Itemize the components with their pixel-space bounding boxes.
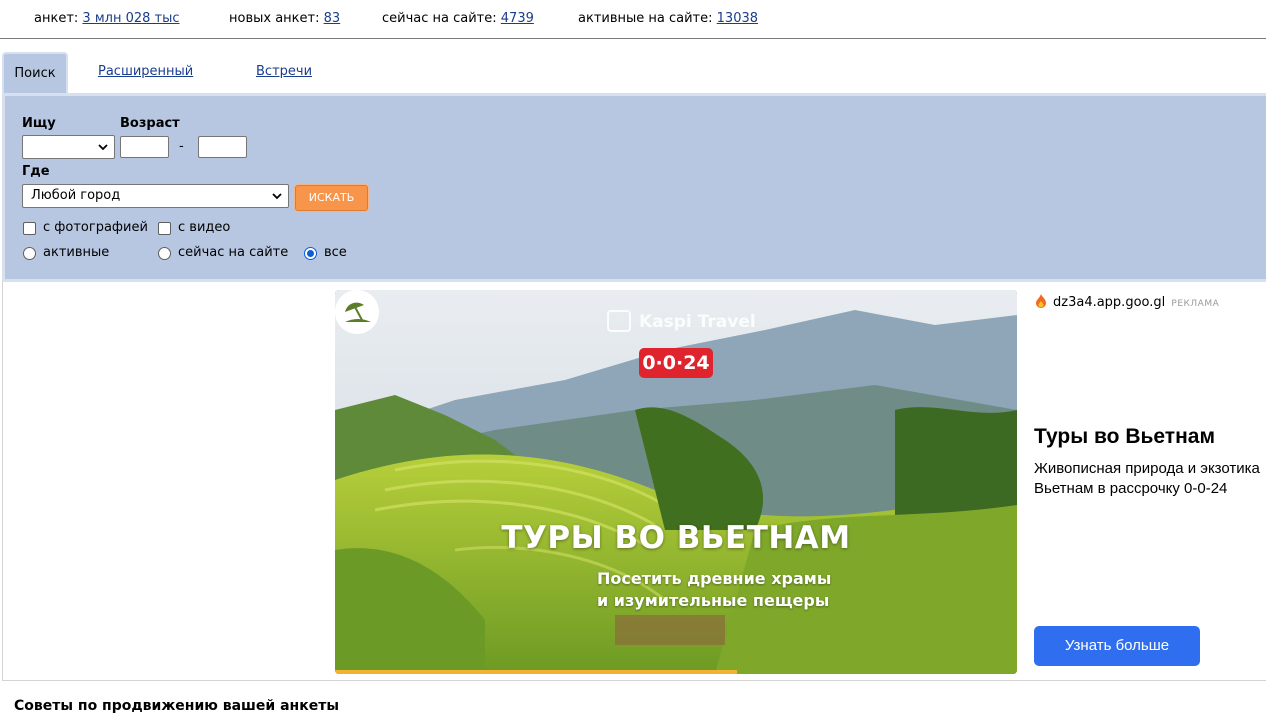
stat-profiles-link[interactable]: 3 млн 028 тыс [82, 11, 179, 26]
with-photo-checkbox[interactable] [23, 222, 36, 235]
age-from-input[interactable] [120, 136, 169, 158]
all-radio-label: все [324, 245, 347, 260]
tab-search[interactable]: Поиск [2, 52, 68, 96]
video-progress-bar [335, 670, 738, 674]
ad-description: Живописная природа и экзотика Вьетнам в … [1034, 459, 1266, 499]
stat-online-link[interactable]: 4739 [501, 11, 534, 26]
stat-online: сейчас на сайте: 4739 [382, 11, 534, 26]
ad-video-subtitle: Посетить древние храмы и изумительные пе… [597, 568, 831, 612]
tab-meetings: Встречи [256, 52, 312, 96]
search-panel: Ищу Возраст - Где Любой город ИСКАТЬ с ф… [2, 93, 1266, 282]
city-select[interactable]: Любой город [22, 184, 289, 208]
active-radio-label: активные [43, 245, 110, 260]
ad-brand-text: Kaspi Travel [639, 312, 756, 332]
ad-domain-text: dz3a4.app.goo.gl [1053, 295, 1166, 310]
fire-icon [1036, 294, 1046, 308]
ad-video-subtitle-line2: и изумительные пещеры [597, 591, 830, 610]
online-radio[interactable] [158, 247, 171, 260]
age-dash: - [179, 139, 184, 154]
ad-description-line1: Живописная природа и экзотика [1034, 460, 1260, 477]
age-to-input[interactable] [198, 136, 247, 158]
tab-search-label: Поиск [14, 66, 56, 81]
installment-badge: 0·0·24 [639, 348, 713, 378]
stat-label: активные на сайте: [578, 11, 713, 26]
stat-active-link[interactable]: 13038 [717, 11, 758, 26]
tab-advanced-link[interactable]: Расширенный [98, 64, 193, 79]
stat-label: анкет: [34, 11, 79, 26]
tab-advanced: Расширенный [98, 52, 193, 96]
ad-headline[interactable]: Туры во Вьетнам [1034, 425, 1215, 449]
stat-profiles: анкет: 3 млн 028 тыс [34, 11, 180, 26]
with-photo-label: с фотографией [43, 220, 148, 235]
stat-new-profiles: новых анкет: 83 [229, 11, 340, 26]
ad-video[interactable]: Kaspi Travel 0·0·24 ТУРЫ ВО ВЬЕТНАМ Посе… [335, 290, 1017, 674]
ad-video-title: ТУРЫ ВО ВЬЕТНАМ [501, 520, 851, 556]
learn-more-button[interactable]: Узнать больше [1034, 626, 1200, 666]
chevron-down-icon [272, 193, 282, 200]
active-radio[interactable] [23, 247, 36, 260]
ad-description-line2: Вьетнам в рассрочку 0-0-24 [1034, 480, 1228, 497]
stat-new-profiles-link[interactable]: 83 [324, 11, 341, 26]
ad-domain[interactable]: dz3a4.app.goo.gl РЕКЛАМА [1035, 294, 1219, 310]
city-select-value: Любой город [31, 188, 121, 203]
shopping-bag-icon [607, 310, 631, 332]
ad-video-subtitle-line1: Посетить древние храмы [597, 569, 832, 588]
tab-meetings-link[interactable]: Встречи [256, 64, 312, 79]
seek-label: Ищу [22, 116, 56, 131]
age-label: Возраст [120, 116, 180, 131]
beach-umbrella-icon [335, 290, 379, 334]
search-button[interactable]: ИСКАТЬ [295, 185, 368, 211]
stat-label: новых анкет: [229, 11, 320, 26]
stats-bar: анкет: 3 млн 028 тыс новых анкет: 83 сей… [0, 0, 1266, 39]
ad-tag: РЕКЛАМА [1171, 299, 1220, 309]
with-video-label: с видео [178, 220, 231, 235]
online-radio-label: сейчас на сайте [178, 245, 289, 260]
stat-label: сейчас на сайте: [382, 11, 497, 26]
seek-select[interactable] [22, 135, 115, 159]
chevron-down-icon [98, 144, 108, 151]
with-video-checkbox[interactable] [158, 222, 171, 235]
promotion-tips-title: Советы по продвижению вашей анкеты [14, 698, 339, 714]
stat-active: активные на сайте: 13038 [578, 11, 758, 26]
where-label: Где [22, 164, 50, 179]
ad-brand: Kaspi Travel [607, 310, 756, 332]
all-radio[interactable] [304, 247, 317, 260]
